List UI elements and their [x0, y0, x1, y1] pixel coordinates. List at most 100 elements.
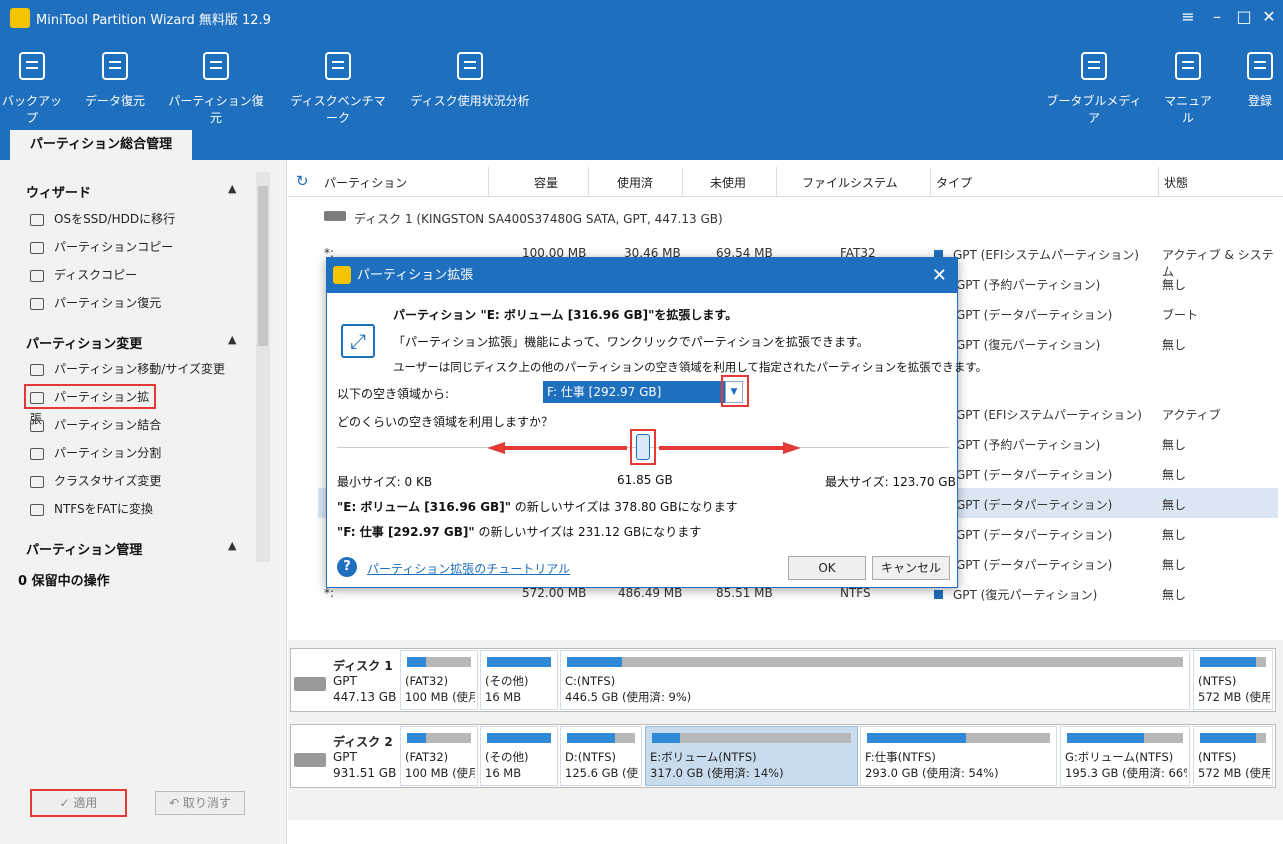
- sidebar-item-move-resize[interactable]: パーティション移動/サイズ変更: [30, 358, 225, 380]
- dialog-desc-2: ユーザーは同じディスク上の他のパーティションの空き領域を利用して指定されたパーテ…: [393, 360, 988, 374]
- col-capacity[interactable]: 容量: [534, 174, 558, 191]
- tutorial-link[interactable]: パーティション拡張のチュートリアル: [367, 560, 570, 577]
- disk1-part-0[interactable]: (FAT32) 100 MB (使月: [400, 650, 478, 710]
- space-analyzer-button[interactable]: ディスク使用状況分析: [410, 52, 530, 109]
- sidebar-item-migrate-os[interactable]: OSをSSD/HDDに移行: [30, 208, 175, 230]
- sidebar-item-merge[interactable]: パーティション結合: [30, 414, 161, 436]
- partition-recovery-button[interactable]: パーティション復元: [168, 52, 264, 126]
- disk-icon: [324, 211, 346, 221]
- disk2-part-2[interactable]: D:(NTFS)125.6 GB (使用: [560, 726, 642, 786]
- app-logo-icon: [10, 8, 30, 28]
- cancel-button[interactable]: キャンセル: [872, 556, 950, 580]
- tab-partition-management[interactable]: パーティション総合管理: [10, 130, 192, 160]
- wizard-section-title[interactable]: ウィザード: [26, 182, 91, 201]
- collapse-chevron-icon[interactable]: ▲: [228, 182, 236, 195]
- data-recovery-button[interactable]: データ復元: [83, 52, 147, 109]
- minimize-button[interactable]: –: [1206, 6, 1228, 28]
- sidebar-item-partition-recovery[interactable]: パーティション復元: [30, 292, 161, 314]
- help-icon[interactable]: ?: [337, 557, 357, 577]
- sidebar-item-disk-copy[interactable]: ディスクコピー: [30, 264, 137, 286]
- disk2-part-6[interactable]: (NTFS) 572 MB (使用: [1193, 726, 1273, 786]
- disk1-part-1[interactable]: (その他) 16 MB: [480, 650, 558, 710]
- disk1-header[interactable]: ディスク 1 (KINGSTON SA400S37480G SATA, GPT,…: [354, 210, 723, 227]
- register-button[interactable]: 登録: [1240, 52, 1280, 109]
- close-button[interactable]: ✕: [1258, 6, 1280, 28]
- extend-icon: ⤢: [341, 324, 375, 358]
- size-slider-thumb[interactable]: [636, 434, 650, 460]
- disk2-part-4[interactable]: F:仕事(NTFS) 293.0 GB (使用済: 54%): [860, 726, 1057, 786]
- pending-operations: 0 保留中の操作: [18, 574, 110, 589]
- disk1-part-2[interactable]: C:(NTFS) 446.5 GB (使用済: 9%): [560, 650, 1190, 710]
- arrow-right-shaft: [659, 446, 783, 450]
- register-icon: [1247, 52, 1273, 80]
- backup-button[interactable]: バックアップ: [2, 52, 62, 126]
- collapse-chevron-icon[interactable]: ▲: [228, 333, 236, 346]
- col-partition[interactable]: パーティション: [324, 174, 407, 191]
- app-logo-icon: [333, 266, 351, 284]
- sidebar-item-partition-copy[interactable]: パーティションコピー: [30, 236, 173, 258]
- convert-icon: [30, 503, 44, 516]
- disk2-name: ディスク 2: [333, 735, 393, 749]
- extend-partition-dialog: パーティション拡張 ✕ ⤢ パーティション "E: ボリューム [316.96 …: [326, 257, 987, 588]
- col-unused[interactable]: 未使用: [710, 174, 746, 191]
- dialog-close-icon[interactable]: ✕: [932, 258, 947, 293]
- disk2-size: 931.51 GB: [333, 766, 397, 780]
- resize-icon: [30, 363, 44, 376]
- disk-copy-icon: [30, 269, 44, 282]
- maximize-button[interactable]: □: [1233, 6, 1255, 28]
- free-space-source-select[interactable]: F: 仕事 [292.97 GB]: [543, 381, 733, 403]
- max-size: 最大サイズ: 123.70 GB: [825, 475, 956, 489]
- collapse-chevron-icon[interactable]: ▲: [228, 539, 236, 552]
- undo-button[interactable]: ↶ 取り消す: [155, 791, 245, 815]
- merge-icon: [30, 419, 44, 432]
- col-status[interactable]: 状態: [1164, 174, 1188, 191]
- min-size: 最小サイズ: 0 KB: [337, 475, 433, 489]
- split-icon: [30, 447, 44, 460]
- manual-button[interactable]: マニュアル: [1160, 52, 1216, 126]
- window-title: MiniTool Partition Wizard 無料版 12.9: [36, 13, 271, 28]
- disk1-type: GPT: [333, 674, 357, 688]
- manage-section-title[interactable]: パーティション管理: [26, 539, 142, 558]
- dialog-title: パーティション拡張: [327, 258, 957, 293]
- data-recovery-icon: [102, 52, 128, 80]
- disk2-part-3[interactable]: E:ボリューム(NTFS) 317.0 GB (使用済: 14%): [645, 726, 858, 786]
- col-used[interactable]: 使用済: [617, 174, 653, 191]
- how-much-label: どのくらいの空き領域を利用しますか？: [337, 415, 554, 429]
- disk-benchmark-button[interactable]: ディスクベンチマーク: [286, 52, 390, 126]
- disk1-part-3[interactable]: (NTFS) 572 MB (使用: [1193, 650, 1273, 710]
- disk2-part-5[interactable]: G:ボリューム(NTFS) 195.3 GB (使用済: 66%: [1060, 726, 1190, 786]
- arrow-left-shaft: [503, 446, 627, 450]
- disk1-size: 447.13 GB: [333, 690, 397, 704]
- current-size: 61.85 GB: [617, 473, 673, 487]
- sidebar-item-extend-partition[interactable]: パーティション拡張: [24, 384, 156, 426]
- cluster-icon: [30, 475, 44, 488]
- disk2-part-1[interactable]: (その他) 16 MB: [480, 726, 558, 786]
- disk1-name: ディスク 1: [333, 659, 393, 673]
- change-section-title[interactable]: パーティション変更: [26, 333, 142, 352]
- backup-icon: [19, 52, 45, 80]
- sidebar-item-split[interactable]: パーティション分割: [30, 442, 161, 464]
- chevron-down-icon[interactable]: ▼: [725, 381, 743, 403]
- bootable-media-button[interactable]: ブータブルメディア: [1046, 52, 1142, 126]
- disk-icon: [294, 753, 326, 767]
- dialog-heading: パーティション "E: ボリューム [316.96 GB]"を拡張します。: [393, 308, 738, 322]
- usb-icon: [1081, 52, 1107, 80]
- sidebar-item-cluster-size[interactable]: クラスタサイズ変更: [30, 470, 161, 492]
- apply-button[interactable]: ✓ 適用: [30, 789, 127, 817]
- dialog-desc-1: 「パーティション拡張」機能によって、ワンクリックでパーティションを拡張できます。: [393, 335, 869, 349]
- settings-menu-icon[interactable]: ≡: [1177, 6, 1199, 28]
- from-label: 以下の空き領域から:: [337, 387, 450, 401]
- col-filesystem[interactable]: ファイルシステム: [802, 174, 898, 191]
- copy-icon: [30, 241, 44, 254]
- ok-button[interactable]: OK: [788, 556, 866, 580]
- col-type[interactable]: タイプ: [936, 174, 972, 191]
- recovery-icon: [30, 297, 44, 310]
- disk-icon: [294, 677, 326, 691]
- partition-recovery-icon: [203, 52, 229, 80]
- refresh-icon[interactable]: ↻: [296, 172, 309, 190]
- f-new-size: "F: 仕事 [292.97 GB]" の新しいサイズは 231.12 GBにな…: [337, 525, 702, 539]
- sidebar-scroll-thumb[interactable]: [258, 186, 268, 346]
- sidebar-item-ntfs-to-fat[interactable]: NTFSをFATに変換: [30, 498, 153, 520]
- disk2-part-0[interactable]: (FAT32) 100 MB (使月: [400, 726, 478, 786]
- e-new-size: "E: ボリューム [316.96 GB]" の新しいサイズは 378.80 G…: [337, 500, 738, 514]
